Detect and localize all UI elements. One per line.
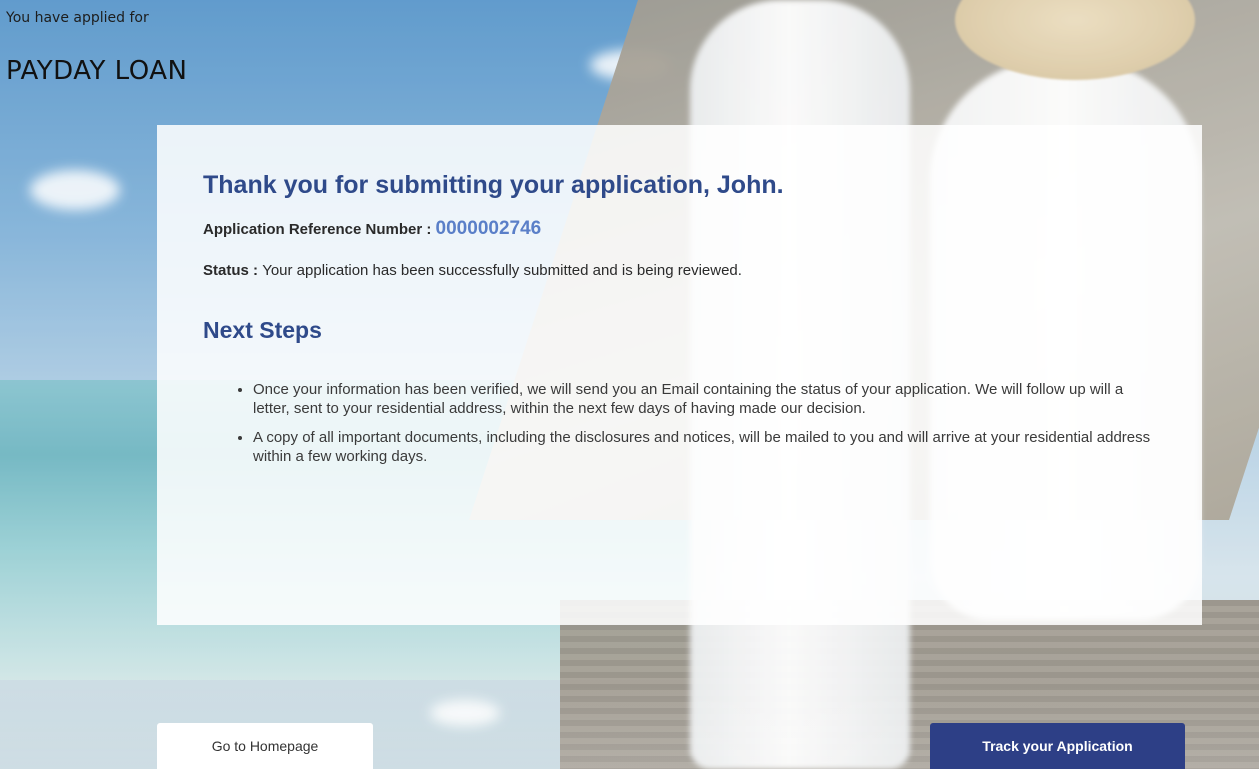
- confirmation-card: Thank you for submitting your applicatio…: [157, 125, 1202, 625]
- reference-number-label: Application Reference Number :: [203, 221, 436, 238]
- go-to-homepage-button[interactable]: Go to Homepage: [157, 723, 373, 769]
- status-row: Status : Your application has been succe…: [203, 262, 1156, 279]
- product-title: PAYDAY LOAN: [6, 56, 188, 86]
- next-step-item: Once your information has been verified,…: [253, 380, 1156, 418]
- thank-you-heading: Thank you for submitting your applicatio…: [203, 171, 784, 199]
- next-steps-heading: Next Steps: [203, 317, 322, 343]
- reference-number-row: Application Reference Number : 000000274…: [203, 218, 1156, 240]
- status-text: Your application has been successfully s…: [262, 262, 742, 279]
- status-label: Status :: [203, 262, 263, 279]
- confirmation-page: You have applied for PAYDAY LOAN Thank y…: [0, 0, 1259, 769]
- next-steps-list: Once your information has been verified,…: [203, 380, 1156, 466]
- track-application-button[interactable]: Track your Application: [930, 723, 1185, 769]
- applied-for-label: You have applied for: [6, 10, 149, 26]
- reference-number-value: 0000002746: [435, 218, 542, 239]
- next-step-item: A copy of all important documents, inclu…: [253, 428, 1156, 466]
